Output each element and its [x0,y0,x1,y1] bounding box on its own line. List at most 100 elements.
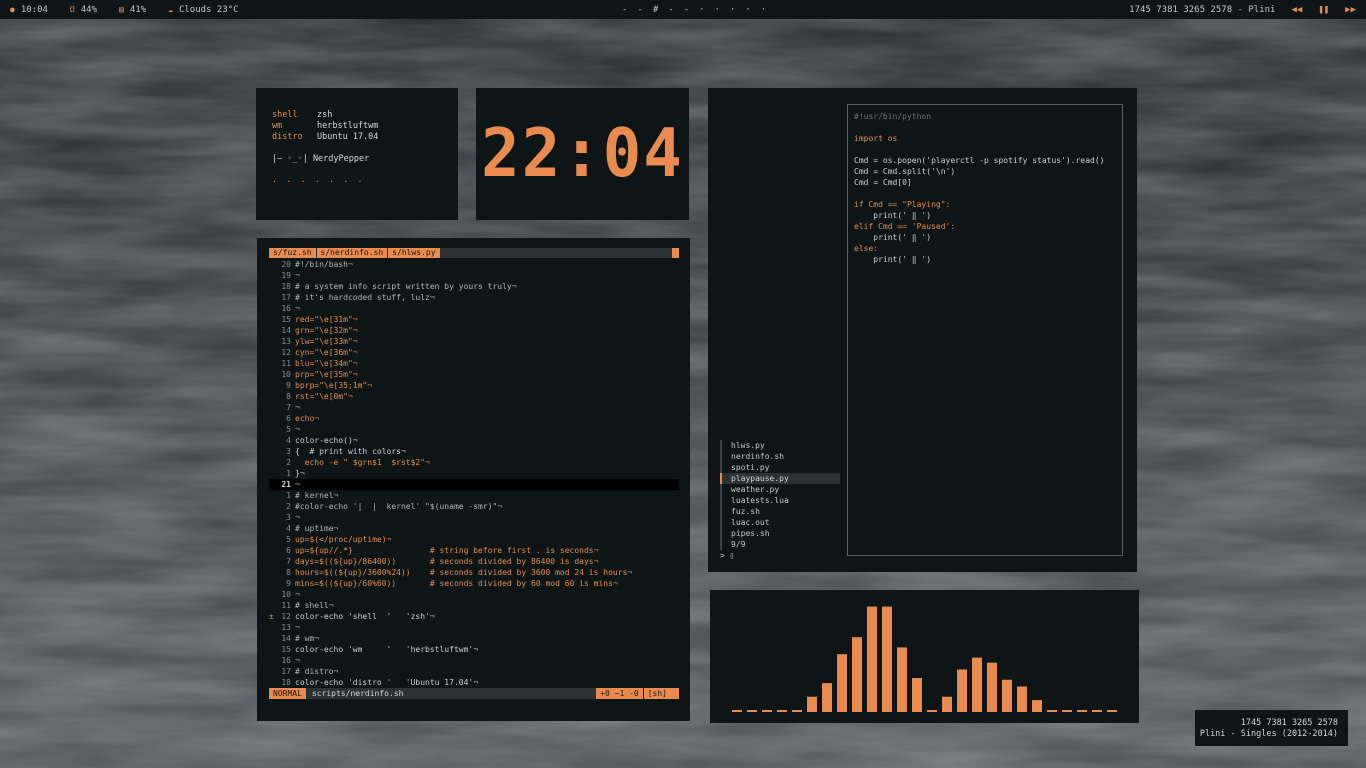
info-value: herbstluftwm [317,121,379,131]
editor-line[interactable]: 14 grn="\e[32m"¬ [269,325,679,336]
line-number: 11 [281,359,291,368]
editor-line[interactable]: 9 bprp="\e[35;1m"¬ [269,380,679,391]
workspace-2[interactable]: - [637,5,642,15]
editor-line[interactable]: 13 ¬ [269,622,679,633]
editor-line[interactable]: 2 #color-echo '| | kernel' "$(uname -smr)… [269,501,679,512]
fzf-prompt[interactable]: > ▯ [720,550,840,561]
info-row: wm herbstluftwm [272,121,458,132]
visualizer-bar [777,710,787,712]
editor-line[interactable]: 15 red="\e[31m"¬ [269,314,679,325]
line-text: color-echo 'wm ' 'herbstluftwm'¬ [295,645,479,654]
workspace-3[interactable]: # [653,5,658,15]
editor-line[interactable]: 2 echo -e " $grn$1 $rst$2"¬ [269,457,679,468]
editor-line[interactable]: 3 { # print with colors¬ [269,446,679,457]
fzf-item[interactable]: luatests.lua [720,495,840,506]
fzf-item[interactable]: pipes.sh [720,528,840,539]
editor-line[interactable]: 12 cyn="\e[36m"¬ [269,347,679,358]
line-number: 21 [281,480,291,489]
editor-line[interactable]: 3 ¬ [269,512,679,523]
workspace-8[interactable]: · [730,5,735,15]
fzf-item[interactable]: weather.py [720,484,840,495]
editor-line[interactable]: 18 # a system info script written by your… [269,281,679,292]
editor-tab[interactable]: s/fuz.sh [269,248,316,258]
info-key: distro [272,132,303,142]
line-number: 19 [281,271,291,280]
editor-line[interactable]: 8 hours=$((${up}/3600%24)) # seconds divi… [269,567,679,578]
editor-line[interactable]: 1 # kernel¬ [269,490,679,501]
fzf-item[interactable]: nerdinfo.sh [720,451,840,462]
editor-line[interactable]: 6 up=${up//.*} # string before first . is… [269,545,679,556]
line-text: }¬ [295,469,305,478]
fzf-item[interactable]: luac.out [720,517,840,528]
editor-line[interactable]: 17 # distro¬ [269,666,679,677]
workspace-9[interactable]: · [745,5,750,15]
workspace-1[interactable]: - [622,5,627,15]
editor-line[interactable]: 5 ¬ [269,424,679,435]
code-line: if Cmd == "Playing": [854,200,951,209]
workspace-indicator[interactable]: - - # - - · · · · · [622,0,776,19]
line-text: color-echo 'shell ' 'zsh'¬ [295,612,435,621]
line-number: 1 [286,469,291,478]
editor-line[interactable]: 11 blu="\e[34m"¬ [269,358,679,369]
git-sign: ± [269,612,274,621]
line-text: ¬ [295,425,300,434]
workspace-7[interactable]: · [715,5,720,15]
editor-line[interactable]: 5 up=$(</proc/uptime)¬ [269,534,679,545]
workspace-10[interactable]: · [761,5,766,15]
vim-editor-window[interactable]: s/fuz.sh s/nerdinfo.sh s/hlws.py 20 #!/bin/… [257,238,690,721]
line-text: ¬ [295,403,300,412]
editor-line[interactable]: 16 ¬ [269,655,679,666]
editor-line[interactable]: 4 # uptime¬ [269,523,679,534]
editor-line[interactable]: 15 color-echo 'wm ' 'herbstluftwm'¬ [269,644,679,655]
editor-line[interactable]: 16 ¬ [269,303,679,314]
editor-line[interactable]: 21 ¬ [269,479,679,490]
workspace-6[interactable]: · [699,5,704,15]
terminal-window-right[interactable]: #!usr/bin/python import os Cmd = os.popen(… [708,88,1137,572]
editor-line[interactable]: 10 ¬ [269,589,679,600]
editor-tab[interactable]: s/nerdinfo.sh [316,248,388,258]
system-info-terminal[interactable]: shell zsh wm herbstluftwm distro Ubuntu 17.04… [256,88,458,220]
workspace-5[interactable]: - [684,5,689,15]
line-text: rst="\e[0m"¬ [295,392,353,401]
editor-buffer[interactable]: 20 #!/bin/bash¬ 19 ¬ 18 # a system info scrip… [269,259,679,686]
line-number: 7 [286,403,291,412]
vim-mode: NORMAL [269,688,306,699]
editor-line[interactable]: ±12 color-echo 'shell ' 'zsh'¬ [269,611,679,622]
workspace-4[interactable]: - [668,5,673,15]
editor-line[interactable]: 1 }¬ [269,468,679,479]
editor-line[interactable]: 9 mins=$((${up}/60%60)) # seconds divided… [269,578,679,589]
editor-line[interactable]: 17 # it's hardcoded stuff, lulz¬ [269,292,679,303]
fzf-item[interactable]: playpause.py [720,473,840,484]
code-line: else: [854,244,879,253]
line-text: cyn="\e[36m"¬ [295,348,358,357]
pause-icon[interactable]: ❚❚ [1318,5,1329,15]
line-text: prp="\e[35m"¬ [295,370,358,379]
editor-line[interactable]: 11 # shell¬ [269,600,679,611]
editor-tab[interactable]: s/hlws.py [388,248,440,258]
fzf-file-picker[interactable]: hlws.py nerdinfo.sh spoti.py playpause.py we… [720,440,840,561]
editor-line[interactable]: 20 #!/bin/bash¬ [269,259,679,270]
editor-line[interactable]: 19 ¬ [269,270,679,281]
editor-line[interactable]: 8 rst="\e[0m"¬ [269,391,679,402]
code-line: #!usr/bin/python [854,112,932,121]
line-text: blu="\e[34m"¬ [295,359,358,368]
next-icon[interactable]: ▶▶ [1345,5,1356,15]
editor-line[interactable]: 18 color-echo 'distro ' 'Ubuntu 17.04'¬ [269,677,679,686]
line-number: 3 [286,447,291,456]
line-number: 16 [281,304,291,313]
line-number: 4 [286,436,291,445]
line-number: 5 [286,425,291,434]
editor-line[interactable]: 13 ylw="\e[33m"¬ [269,336,679,347]
editor-line[interactable]: 10 prp="\e[35m"¬ [269,369,679,380]
fzf-item[interactable]: spoti.py [720,462,840,473]
editor-line[interactable]: 6 echo¬ [269,413,679,424]
fzf-item[interactable]: hlws.py [720,440,840,451]
editor-line[interactable]: 7 days=$((${up}/86400)) # seconds divided… [269,556,679,567]
visualizer-bar [807,696,817,712]
fzf-item[interactable]: fuz.sh [720,506,840,517]
previous-icon[interactable]: ◀◀ [1291,5,1302,15]
editor-line[interactable]: 4 color-echo()¬ [269,435,679,446]
editor-line[interactable]: 7 ¬ [269,402,679,413]
editor-line[interactable]: 14 # wm¬ [269,633,679,644]
bar-volume[interactable]: 44% [81,5,97,15]
